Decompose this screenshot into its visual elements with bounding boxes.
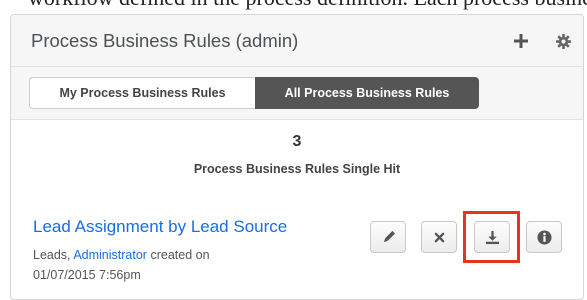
download-icon: [485, 230, 499, 244]
page-top-cropped-text: workflow defined in the process definiti…: [0, 0, 587, 10]
info-button[interactable]: [526, 221, 562, 253]
tab-bar: My Process Business Rules All Process Bu…: [11, 67, 583, 120]
tab-my-process-business-rules[interactable]: My Process Business Rules: [29, 77, 255, 109]
delete-button[interactable]: [421, 221, 457, 253]
plus-icon: [514, 34, 528, 48]
info-icon: [536, 229, 552, 245]
summary-label: Process Business Rules Single Hit: [193, 162, 401, 176]
record-user-link[interactable]: Administrator: [73, 248, 147, 262]
edit-button[interactable]: [370, 221, 406, 253]
created-date: 01/07/2015 7:56pm: [33, 268, 141, 282]
record-name-link[interactable]: Lead Assignment by Lead Source: [33, 217, 287, 237]
tab-all-process-business-rules[interactable]: All Process Business Rules: [255, 77, 479, 109]
created-label: created on: [150, 248, 210, 262]
record-count: 3: [292, 133, 302, 150]
gear-icon: [555, 33, 571, 49]
add-button[interactable]: [509, 29, 533, 53]
cropped-text: workflow defined in the process definiti…: [28, 0, 587, 10]
dashlet-header: Process Business Rules (admin): [11, 15, 583, 67]
dashlet-title: Process Business Rules (admin): [31, 30, 299, 51]
export-button[interactable]: [474, 221, 510, 253]
process-business-rules-dashlet: Process Business Rules (admin) My Proces…: [10, 14, 584, 300]
pencil-icon: [383, 230, 395, 242]
x-icon: [434, 232, 444, 242]
record-module: Leads,: [33, 248, 71, 262]
record-meta: Leads, Administrator created on 01/07/20…: [33, 245, 323, 285]
settings-button[interactable]: [551, 29, 575, 53]
